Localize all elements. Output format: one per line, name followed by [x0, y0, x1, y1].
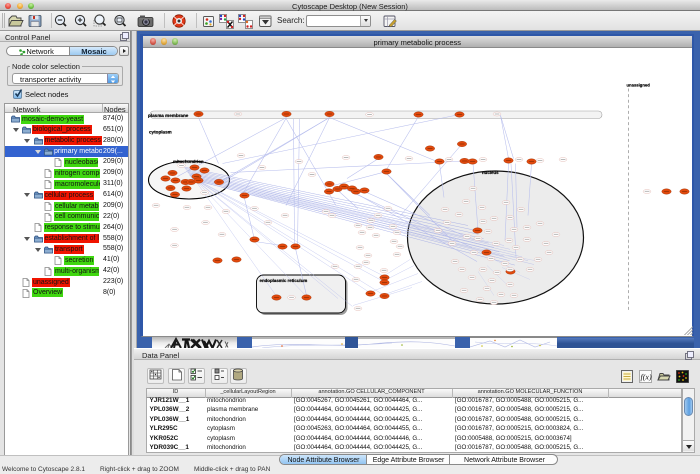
svg-text:cytoplasm: cytoplasm — [149, 129, 172, 134]
svg-text:unassigned: unassigned — [626, 82, 650, 87]
svg-text:f(x): f(x) — [641, 373, 652, 382]
svg-text:nucleus: nucleus — [482, 170, 499, 175]
svg-text:endoplasmic reticulum: endoplasmic reticulum — [259, 278, 307, 283]
svg-text:plasma membrane: plasma membrane — [148, 113, 189, 118]
svg-text:mitochondrion: mitochondrion — [173, 159, 204, 164]
